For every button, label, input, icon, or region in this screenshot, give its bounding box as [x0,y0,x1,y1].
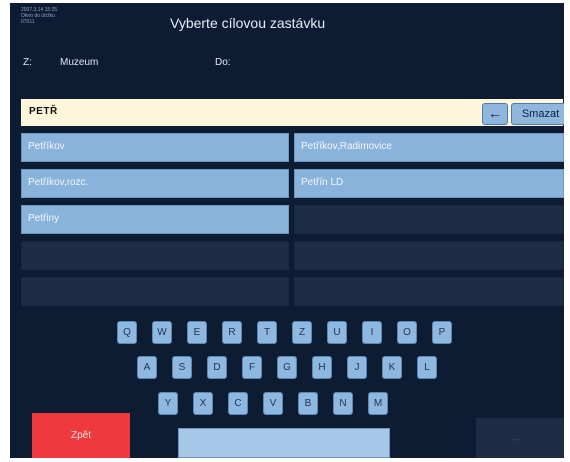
key-q[interactable]: Q [117,321,137,344]
meta-line: 07011 [21,19,35,25]
key-x[interactable]: X [193,392,213,415]
next-button-disabled: → [476,418,564,458]
key-c[interactable]: C [228,392,248,415]
clear-button[interactable]: Smazat [511,103,564,125]
result-item[interactable]: Petřiny [21,205,289,234]
key-n[interactable]: N [333,392,353,415]
arrow-right-icon: → [510,430,523,445]
key-r[interactable]: R [222,321,242,344]
result-item-label: Petříkov,Radimovice [301,141,392,152]
key-k[interactable]: K [382,356,402,379]
back-button[interactable]: Zpět [32,413,130,458]
page-title: Vyberte cílovou zastávku [170,15,326,31]
ticket-terminal-screen: 2007.3.14 15:25 Okno do útržku 07011 Vyb… [10,3,564,458]
key-e[interactable]: E [187,321,207,344]
key-l[interactable]: L [417,356,437,379]
key-z[interactable]: Z [292,321,312,344]
key-o[interactable]: O [397,321,417,344]
result-item[interactable]: Petříkov,rozc. [21,169,289,198]
key-d[interactable]: D [207,356,227,379]
key-v[interactable]: V [263,392,283,415]
result-slot-empty [294,277,564,306]
search-value: PETŘ [29,106,58,117]
key-f[interactable]: F [242,356,262,379]
result-item-label: Petříkov [28,141,65,152]
device-meta: 2007.3.14 15:25 Okno do útržku 07011 [21,7,57,25]
from-label: Z: [23,57,32,68]
result-item[interactable]: Petříkov [21,133,289,162]
result-item-label: Petřín LD [301,177,344,188]
key-g[interactable]: G [277,356,297,379]
result-item[interactable]: Petříkov,Radimovice [294,133,564,162]
result-slot-empty [21,241,289,270]
backspace-icon: ← [488,105,502,121]
result-item[interactable]: Petřín LD [294,169,564,198]
key-u[interactable]: U [327,321,347,344]
result-slot-empty [21,277,289,306]
space-key[interactable] [178,428,390,458]
to-label: Do: [215,57,231,68]
key-t[interactable]: T [257,321,277,344]
result-slot-empty [294,241,564,270]
key-h[interactable]: H [312,356,332,379]
result-item-label: Petřiny [28,213,60,224]
key-w[interactable]: W [152,321,172,344]
key-y[interactable]: Y [158,392,178,415]
backspace-button[interactable]: ← [482,103,508,125]
from-stop: Muzeum [60,57,99,68]
key-j[interactable]: J [347,356,367,379]
key-i[interactable]: I [362,321,382,344]
key-s[interactable]: S [172,356,192,379]
result-slot-empty [294,205,564,234]
key-p[interactable]: P [432,321,452,344]
key-m[interactable]: M [368,392,388,415]
result-item-label: Petříkov,rozc. [28,177,89,188]
key-a[interactable]: A [137,356,157,379]
key-b[interactable]: B [298,392,318,415]
